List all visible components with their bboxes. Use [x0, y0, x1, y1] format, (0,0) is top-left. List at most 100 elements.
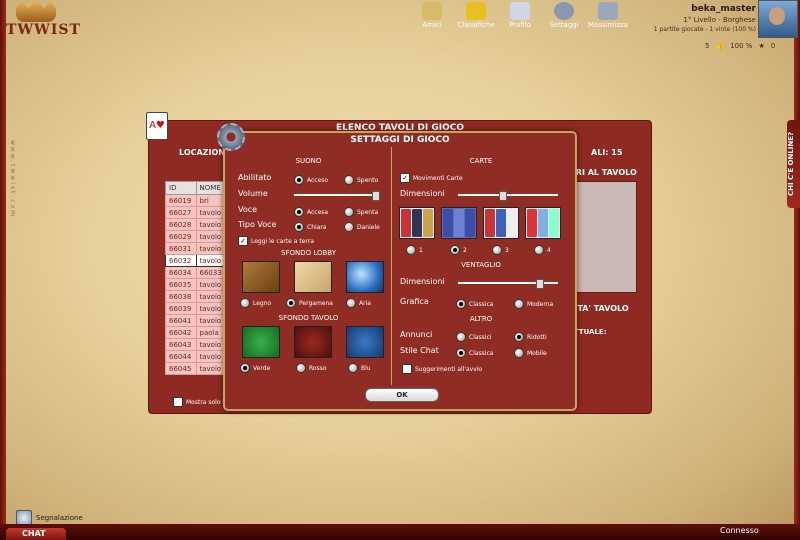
deck-2-preview[interactable]	[441, 207, 477, 239]
movimenti-carte-checkbox[interactable]: ✓ Movimenti Carte	[400, 173, 463, 183]
cell-id[interactable]: 66045	[165, 362, 197, 375]
carte-dimensioni-slider[interactable]	[458, 191, 558, 201]
cell-id[interactable]: 66031	[165, 242, 197, 255]
cell-id[interactable]: 66038	[165, 290, 197, 303]
stile-chat-mobile-radio[interactable]: Mobile	[514, 348, 547, 358]
cell-name[interactable]: bri	[195, 194, 227, 207]
abilitato-off-radio[interactable]: Spento	[344, 175, 378, 185]
rankings-button[interactable]: Classifiche	[454, 0, 498, 34]
profile-button[interactable]: Profilo	[498, 0, 542, 34]
carte-dimensioni-knob[interactable]	[499, 191, 508, 201]
deck-1-preview[interactable]	[399, 207, 435, 239]
voce-off-radio[interactable]: Spenta	[344, 207, 378, 217]
cell-name[interactable]: tavolo	[195, 362, 227, 375]
tavolo-rosso-radio[interactable]: Rosso	[296, 363, 327, 373]
cell-name[interactable]: tavolo	[195, 278, 227, 291]
cell-name[interactable]: tavolo	[195, 314, 227, 327]
cell-id[interactable]: 66029	[165, 230, 197, 243]
checkbox[interactable]	[402, 364, 412, 374]
show-only-checkbox[interactable]: Mostra solo ta	[173, 397, 228, 407]
grafica-classica-radio[interactable]: Classica	[456, 299, 493, 309]
ok-button[interactable]: OK	[365, 388, 439, 402]
cell-id[interactable]: 66039	[165, 302, 197, 315]
deck-4-radio[interactable]: 4	[534, 245, 551, 255]
tavolo-blu-thumb[interactable]	[346, 326, 384, 358]
lobby-legno-radio[interactable]: Legno	[240, 298, 271, 308]
settings-button[interactable]: Settaggi	[542, 0, 586, 34]
table-row[interactable]: 66038 tavolo	[165, 290, 227, 303]
deck-3-radio[interactable]: 3	[492, 245, 509, 255]
cell-id[interactable]: 66041	[165, 314, 197, 327]
volume-knob[interactable]	[372, 191, 380, 201]
cell-name[interactable]: tavolo	[195, 254, 227, 267]
table-row[interactable]: 66027 tavolo	[165, 206, 227, 219]
chat-button[interactable]: CHAT	[6, 528, 66, 540]
lobby-aria-radio[interactable]: Aria	[346, 298, 371, 308]
col-id[interactable]: ID	[165, 181, 197, 195]
abilitato-on-radio[interactable]: Acceso	[294, 175, 328, 185]
table-row[interactable]: 66041 tavolo	[165, 314, 227, 327]
tables-grid[interactable]: ID NOME 66019 bri 66027 tavolo 66028 tavolo 66…	[165, 181, 227, 375]
volume-slider[interactable]	[294, 191, 380, 201]
checkbox[interactable]	[173, 397, 183, 407]
friends-button[interactable]: Amici	[410, 0, 454, 34]
cell-id[interactable]: 66043	[165, 338, 197, 351]
cell-id[interactable]: 66035	[165, 278, 197, 291]
cell-name[interactable]: tavolo	[195, 290, 227, 303]
table-row[interactable]: 66043 tavolo	[165, 338, 227, 351]
maximize-button[interactable]: Massimizza	[586, 0, 630, 34]
cell-name[interactable]: tavolo	[195, 218, 227, 231]
cell-id[interactable]: 66032	[165, 254, 197, 267]
cell-name[interactable]: paola	[195, 326, 227, 339]
tipo-voce-chiara-radio[interactable]: Chiara	[294, 222, 326, 232]
table-row[interactable]: 66039 tavolo	[165, 302, 227, 315]
tipo-voce-daniele-radio[interactable]: Daniele	[344, 222, 380, 232]
players-list[interactable]	[569, 181, 637, 293]
cell-name[interactable]: tavolo	[195, 338, 227, 351]
cell-id[interactable]: 66028	[165, 218, 197, 231]
cell-name[interactable]: tavolo	[195, 206, 227, 219]
table-row[interactable]: 66031 tavolo	[165, 242, 227, 255]
deck-2-radio[interactable]: 2	[450, 245, 467, 255]
tavolo-verde-thumb[interactable]	[242, 326, 280, 358]
deck-1-radio[interactable]: 1	[406, 245, 423, 255]
cell-name[interactable]: 66033	[195, 266, 227, 279]
lobby-pergamena-thumb[interactable]	[294, 261, 332, 293]
cell-id[interactable]: 66044	[165, 350, 197, 363]
table-row[interactable]: 66019 bri	[165, 194, 227, 207]
cell-name[interactable]: tavolo	[195, 302, 227, 315]
suggerimenti-checkbox[interactable]: Suggerimenti all'avvio	[402, 364, 482, 374]
annunci-ridotti-radio[interactable]: Ridotti	[514, 332, 547, 342]
table-row[interactable]: 66044 tavolo	[165, 350, 227, 363]
lobby-legno-thumb[interactable]	[242, 261, 280, 293]
voce-on-radio[interactable]: Accesa	[294, 207, 328, 217]
cell-name[interactable]: tavolo	[195, 350, 227, 363]
who-online-tab[interactable]: CHI C'È ONLINE?	[787, 120, 800, 208]
tavolo-verde-radio[interactable]: Verde	[240, 363, 270, 373]
grafica-moderna-radio[interactable]: Moderna	[514, 299, 553, 309]
cell-id[interactable]: 66034	[165, 266, 197, 279]
leggi-carte-checkbox[interactable]: ✓ Leggi le carte a terra	[238, 236, 314, 246]
table-row[interactable]: 66042 paola	[165, 326, 227, 339]
lobby-aria-thumb[interactable]	[346, 261, 384, 293]
col-name[interactable]: NOME	[195, 181, 227, 195]
table-row[interactable]: 66032 tavolo	[165, 254, 227, 267]
ventaglio-dimensioni-knob[interactable]	[536, 279, 545, 289]
avatar[interactable]	[758, 0, 798, 38]
deck-4-preview[interactable]	[525, 207, 561, 239]
lobby-pergamena-radio[interactable]: Pergamena	[286, 298, 333, 308]
ventaglio-dimensioni-slider[interactable]	[458, 279, 558, 289]
cell-id[interactable]: 66027	[165, 206, 197, 219]
cell-id[interactable]: 66019	[165, 194, 197, 207]
cell-id[interactable]: 66042	[165, 326, 197, 339]
cell-name[interactable]: tavolo	[195, 230, 227, 243]
cell-name[interactable]: tavolo	[195, 242, 227, 255]
tavolo-rosso-thumb[interactable]	[294, 326, 332, 358]
stile-chat-classica-radio[interactable]: Classica	[456, 348, 493, 358]
table-row[interactable]: 66035 tavolo	[165, 278, 227, 291]
deck-3-preview[interactable]	[483, 207, 519, 239]
table-row[interactable]: 66034 66033	[165, 266, 227, 279]
table-row[interactable]: 66045 tavolo	[165, 362, 227, 375]
tavolo-blu-radio[interactable]: Blu	[348, 363, 371, 373]
table-row[interactable]: 66028 tavolo	[165, 218, 227, 231]
